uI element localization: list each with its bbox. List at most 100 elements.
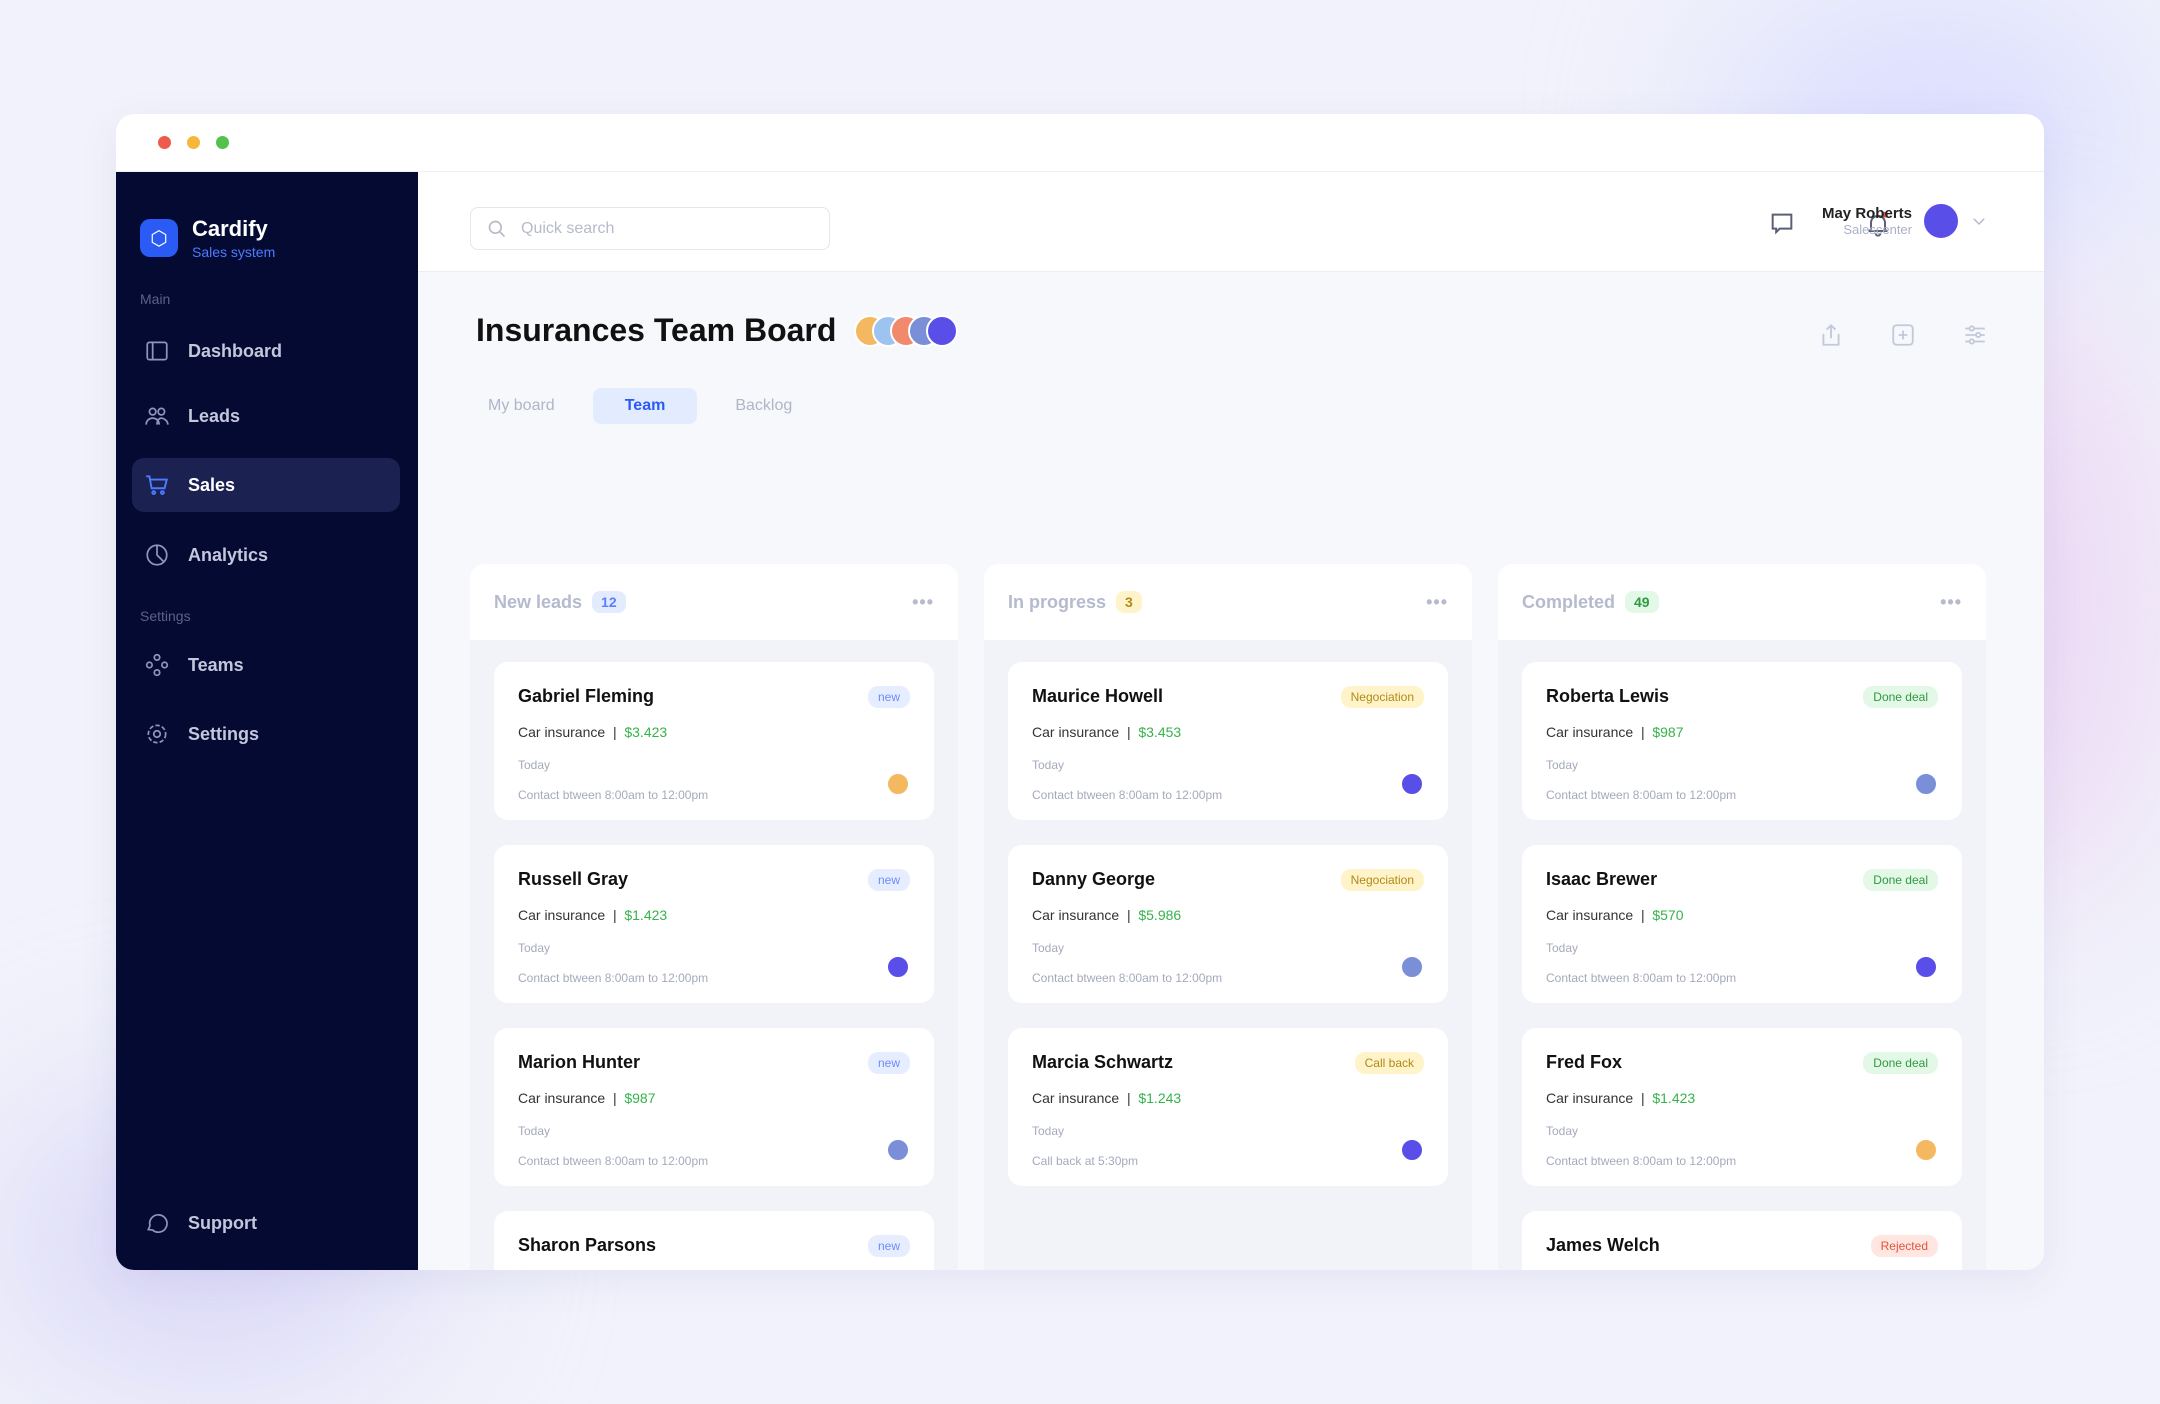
sidebar-item-analytics[interactable]: Analytics [132, 528, 400, 582]
insurance-type: Car insurance [1032, 1090, 1120, 1106]
status-badge: Rejected [1870, 1235, 1938, 1257]
assignee-avatar [886, 955, 910, 979]
assignee-avatar [1400, 955, 1424, 979]
amount: $5.986 [1138, 907, 1182, 923]
top-header: May RobertsSalescenter [418, 172, 2044, 272]
insurance-line: Car insurance | $1.423 [518, 907, 910, 923]
more-options-icon[interactable]: ••• [1426, 592, 1448, 613]
cart-icon [146, 475, 168, 495]
page-title: Insurances Team Board [476, 312, 837, 348]
teams-icon [145, 653, 169, 677]
section-label-settings: Settings [140, 608, 191, 624]
separator: | [1126, 724, 1131, 740]
status-badge: new [867, 1235, 910, 1257]
add-icon[interactable] [1890, 322, 1916, 348]
tab-my-board[interactable]: My board [470, 388, 573, 424]
lead-card[interactable]: Isaac Brewer Done deal Car insurance | $… [1522, 845, 1962, 1003]
share-icon[interactable] [1818, 322, 1844, 348]
amount: $1.423 [1652, 1090, 1696, 1106]
insurance-type: Car insurance [1546, 907, 1634, 923]
assignee-avatar [1914, 1138, 1938, 1162]
more-options-icon[interactable]: ••• [1940, 592, 1962, 613]
sidebar-item-leads[interactable]: Leads [132, 389, 400, 443]
board-tabs: My board Team Backlog [470, 388, 810, 424]
tab-backlog[interactable]: Backlog [717, 388, 810, 424]
sidebar-item-sales[interactable]: Sales [132, 458, 400, 512]
lead-note: Contact btween 8:00am to 12:00pm [1546, 971, 1737, 985]
users-icon [145, 407, 169, 425]
column-in-progress: In progress 3 ••• Maurice Howell Negocia… [984, 564, 1472, 1270]
sidebar: ⬡ Cardify Sales system Main Dashboard Lea… [116, 172, 418, 1270]
insurance-line: Car insurance | $570 [1546, 907, 1938, 923]
assignee-avatar [886, 772, 910, 796]
column-count-badge: 3 [1116, 591, 1142, 613]
insurance-type: Car insurance [1546, 1090, 1634, 1106]
lead-name: Marion Hunter [518, 1052, 641, 1072]
lead-card[interactable]: Danny George Negociation Car insurance |… [1008, 845, 1448, 1003]
column-title: Completed [1522, 591, 1616, 612]
board-actions [1818, 322, 1988, 348]
sidebar-item-dashboard[interactable]: Dashboard [132, 324, 400, 378]
insurance-type: Car insurance [1546, 724, 1634, 740]
assignee-avatar [1914, 772, 1938, 796]
lead-card[interactable]: Gabriel Fleming new Car insurance | $3.4… [494, 662, 934, 820]
team-avatars[interactable] [854, 314, 959, 347]
amount: $987 [1652, 724, 1684, 740]
logo: ⬡ Cardify Sales system [140, 216, 275, 260]
assignee-avatar [1400, 772, 1424, 796]
sidebar-item-teams[interactable]: Teams [132, 638, 400, 692]
insurance-type: Car insurance [1032, 907, 1120, 923]
lead-date: Today [1546, 1124, 1579, 1138]
lead-name: Sharon Parsons [518, 1235, 657, 1255]
user-avatar [1922, 202, 1960, 240]
sidebar-item-label: Settings [188, 723, 260, 744]
user-menu[interactable]: May Roberts Salescenter [1822, 202, 1988, 240]
lead-date: Today [1032, 758, 1065, 772]
title-bar [116, 114, 2044, 172]
lead-card[interactable]: Maurice Howell Negociation Car insurance… [1008, 662, 1448, 820]
amount: $987 [624, 1090, 656, 1106]
lead-card[interactable]: Roberta Lewis Done deal Car insurance | … [1522, 662, 1962, 820]
filter-sliders-icon[interactable] [1962, 322, 1988, 348]
insurance-type: Car insurance [518, 1090, 606, 1106]
separator: | [1640, 907, 1645, 923]
status-badge: new [867, 869, 910, 891]
sidebar-item-label: Leads [188, 405, 241, 426]
amount: $3.423 [624, 724, 668, 740]
more-options-icon[interactable]: ••• [912, 592, 934, 613]
column-title: New leads [494, 591, 583, 612]
sidebar-item-label: Sales [188, 474, 236, 495]
lead-note: Contact btween 8:00am to 12:00pm [1546, 788, 1737, 802]
minimize-window-button[interactable] [187, 136, 200, 149]
sidebar-item-settings[interactable]: Settings [132, 707, 400, 761]
chat-bubble-icon [147, 1213, 168, 1233]
search-input[interactable] [521, 219, 801, 238]
main-content: May RobertsSalescenter Insurances Team B… [418, 172, 2044, 1270]
amount: $1.243 [1138, 1090, 1182, 1106]
tab-team[interactable]: Team [592, 388, 698, 424]
insurance-line: Car insurance | $987 [518, 1090, 910, 1106]
lead-card[interactable]: Marion Hunter new Car insurance | $987 T… [494, 1028, 934, 1186]
lead-card[interactable]: Russell Gray new Car insurance | $1.423 … [494, 845, 934, 1003]
message-icon[interactable] [1768, 210, 1796, 238]
maximize-window-button[interactable] [216, 136, 229, 149]
support-link[interactable]: Support [132, 1196, 400, 1250]
assignee-avatar [1914, 955, 1938, 979]
support-label: Support [188, 1212, 257, 1233]
column-title: In progress [1008, 591, 1107, 612]
lead-card[interactable]: Marcia Schwartz Call back Car insurance … [1008, 1028, 1448, 1186]
lead-card[interactable]: Sharon Parsons new Car insurance | $570 … [494, 1211, 934, 1270]
insurance-line: Car insurance | $5.986 [1032, 907, 1424, 923]
dashboard-icon [146, 341, 168, 361]
lead-card[interactable]: James Welch Rejected Car insurance | $5.… [1522, 1211, 1962, 1270]
column-header: Completed 49 ••• [1498, 564, 1986, 640]
lead-note: Contact btween 8:00am to 12:00pm [518, 788, 709, 802]
separator: | [612, 1090, 617, 1106]
chevron-down-icon[interactable] [1970, 212, 1988, 230]
close-window-button[interactable] [158, 136, 171, 149]
lead-note: Contact btween 8:00am to 12:00pm [1032, 971, 1223, 985]
assignee-avatar [886, 1138, 910, 1162]
amount: $1.423 [624, 907, 668, 923]
search-box[interactable] [470, 207, 830, 250]
lead-card[interactable]: Fred Fox Done deal Car insurance | $1.42… [1522, 1028, 1962, 1186]
